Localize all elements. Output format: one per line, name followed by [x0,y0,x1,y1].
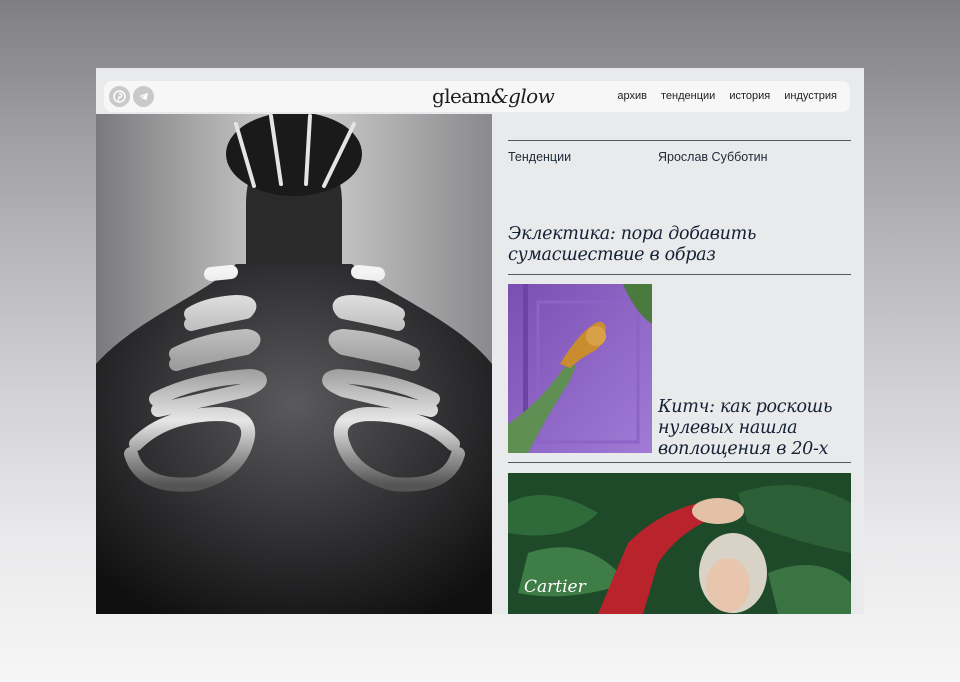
main-nav: архив тенденции история индустрия [617,90,837,102]
card-title[interactable]: Китч: как роскошь нулевых нашла воплощен… [658,397,848,460]
hero-image[interactable] [96,114,492,614]
article-column: Тенденции Ярослав Субботин Эклектика: по… [508,114,851,614]
header-bar: gleam&glow архив тенденции история индус… [104,81,850,112]
browser-frame: gleam&glow архив тенденции история индус… [96,68,864,614]
nav-item-industry[interactable]: индустрия [784,90,837,102]
ad-banner[interactable]: Cartier [508,473,851,614]
article-author[interactable]: Ярослав Субботин [658,150,768,164]
nav-item-history[interactable]: история [729,90,770,102]
site-logo[interactable]: gleam&glow [432,84,555,108]
nav-item-archive[interactable]: архив [617,90,647,102]
divider-bottom [508,462,851,463]
logo-accent: glow [508,84,555,108]
card-image[interactable] [508,284,652,453]
telegram-icon[interactable] [133,86,154,107]
pinterest-icon[interactable] [109,86,130,107]
ad-brand-logo: Cartier [524,577,586,597]
article-title[interactable]: Эклектика: пора добавить сумасшествие в … [508,224,828,266]
logo-main: gleam [432,84,492,108]
divider-mid [508,274,851,275]
logo-amp: & [490,84,509,108]
article-category[interactable]: Тенденции [508,150,571,164]
divider-top [508,140,851,141]
nav-item-trends[interactable]: тенденции [661,90,715,102]
